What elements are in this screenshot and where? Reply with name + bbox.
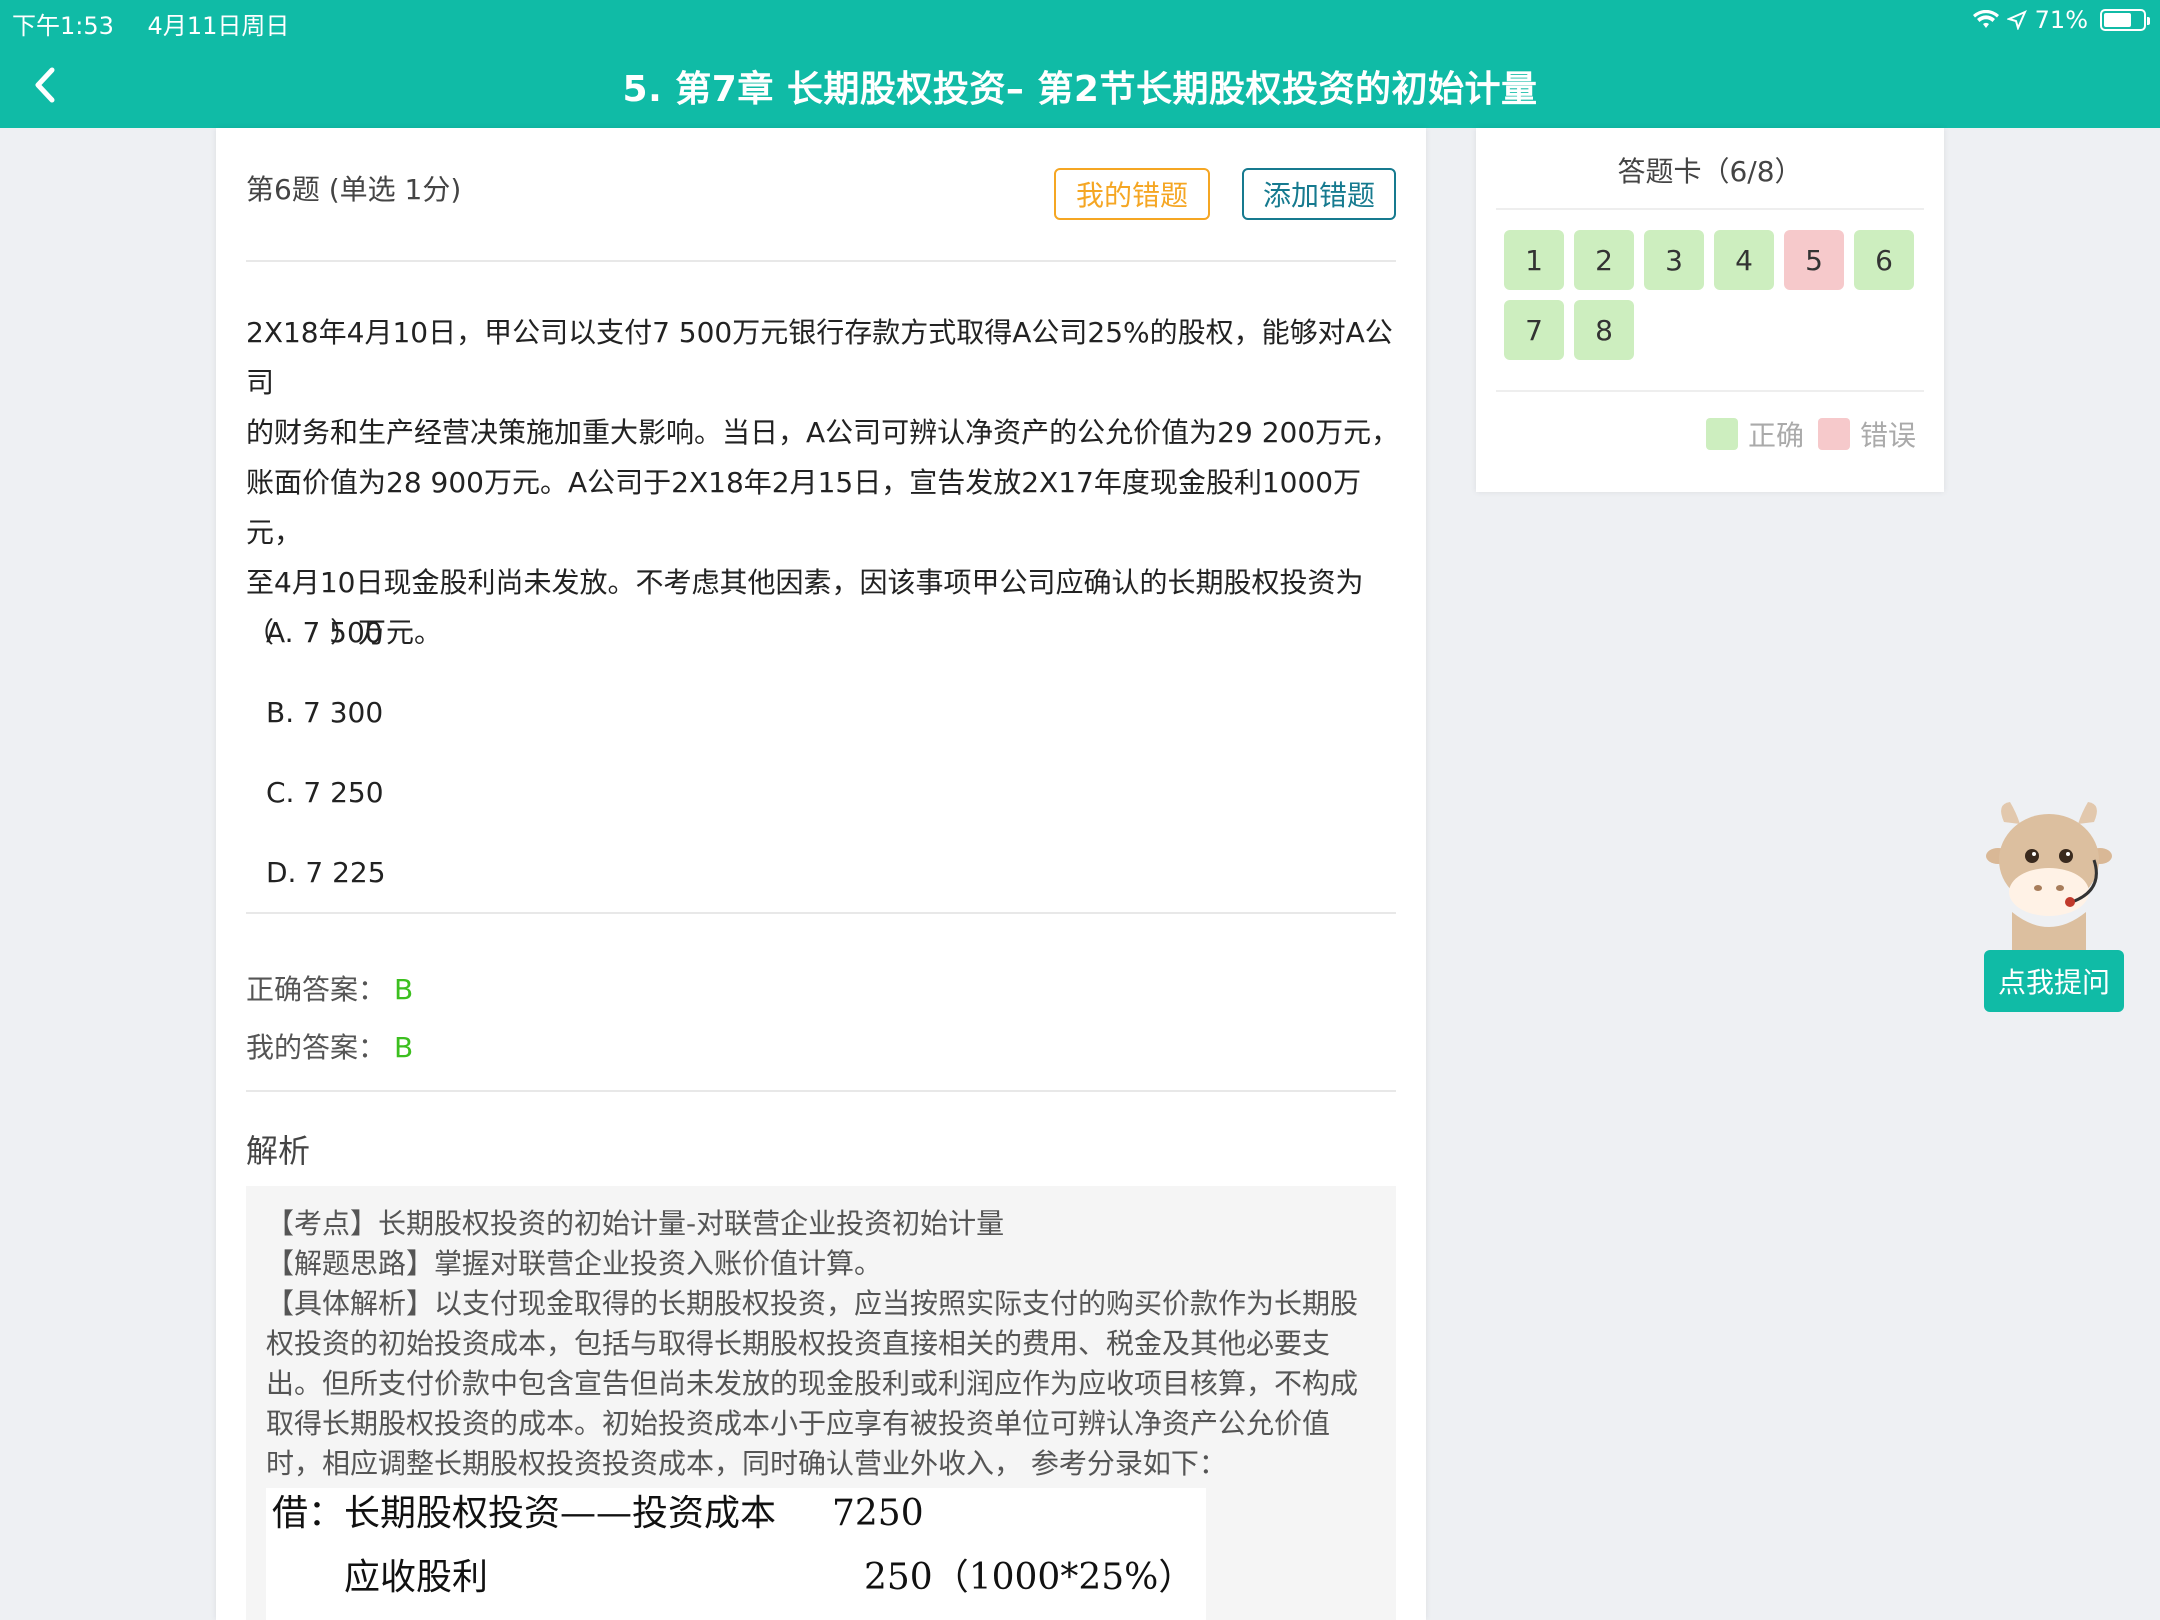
option-b[interactable]: B. 7 300 (266, 696, 383, 729)
question-header: 第6题 (单选 1分) (246, 173, 462, 206)
correct-answer-value: B (394, 973, 414, 1006)
journal-entry-image: 借：长期股权投资——投资成本 7250 应收股利 250（1000*25%） (266, 1488, 1206, 1620)
divider (1496, 390, 1924, 392)
page-title: 5. 第7章 长期股权投资– 第2节长期股权投资的初始计量 (622, 69, 1538, 110)
analysis-line: 【解题思路】掌握对联营企业投资入账价值计算。 (266, 1247, 883, 1280)
journal-row2-value: 250（1000*25%） (864, 1557, 1195, 1598)
location-icon (2006, 10, 2027, 30)
answer-sheet-title: 答题卡（6/8） (1617, 155, 1803, 188)
legend-correct-swatch (1705, 418, 1738, 450)
status-time: 下午1:53 (12, 12, 114, 40)
my-answer-value: B (394, 1031, 414, 1064)
journal-row1-value: 7250 (832, 1493, 924, 1534)
analysis-box: 【考点】长期股权投资的初始计量-对联营企业投资初始计量 【解题思路】掌握对联营企… (246, 1186, 1396, 1620)
my-mistakes-button[interactable]: 我的错题 (1054, 168, 1210, 220)
question-cell-1[interactable]: 1 (1504, 230, 1564, 290)
stem-line: 至4月10日现金股利尚未发放。不考虑其他因素，因该事项甲公司应确认的长期股权投资… (246, 566, 1364, 599)
legend-wrong-label: 错误 (1859, 419, 1916, 452)
correct-answer-label: 正确答案： (246, 973, 387, 1006)
battery-fill (2104, 13, 2131, 27)
correct-answer: 正确答案： B (246, 968, 413, 1008)
analysis-line: 权投资的初始投资成本，包括与取得长期股权投资直接相关的费用、税金及其他必要支 (266, 1327, 1331, 1360)
divider (246, 1090, 1396, 1092)
question-card: 第6题 (单选 1分) 我的错题 添加错题 2X18年4月10日，甲公司以支付7… (216, 128, 1426, 1620)
ask-question-button[interactable]: 点我提问 (1984, 950, 2124, 1012)
analysis-line: 时，相应调整长期股权投资投资成本，同时确认营业外收入， 参考分录如下： (266, 1447, 1227, 1480)
journal-row2-label: 应收股利 (344, 1557, 489, 1598)
status-bar: 下午1:53 4月11日周日 71% (0, 0, 2160, 40)
question-cell-5[interactable]: 5 (1784, 230, 1844, 290)
top-bar: 下午1:53 4月11日周日 71% 5. 第7章 长期股权投资– 第2节长期股… (0, 0, 2160, 128)
stem-line: （ ）万元。 (246, 616, 443, 649)
my-answer: 我的答案： B (246, 1026, 413, 1066)
my-answer-label: 我的答案： (246, 1031, 387, 1064)
journal-row1-label: 借：长期股权投资——投资成本 (272, 1493, 777, 1534)
question-stem: 2X18年4月10日，甲公司以支付7 500万元银行存款方式取得A公司25%的股… (246, 308, 1406, 658)
question-cell-4[interactable]: 4 (1714, 230, 1774, 290)
legend-wrong-swatch (1817, 418, 1850, 450)
option-a[interactable]: A. 7 500 (266, 616, 383, 649)
status-date: 4月11日周日 (147, 12, 290, 40)
analysis-line: 取得长期股权投资的成本。初始投资成本小于应享有被投资单位可辨认净资产公允价值 (266, 1407, 1331, 1440)
option-c[interactable]: C. 7 250 (266, 776, 384, 809)
question-cell-8[interactable]: 8 (1574, 300, 1634, 360)
divider (246, 260, 1396, 262)
add-mistake-button[interactable]: 添加错题 (1242, 168, 1396, 220)
divider (1496, 208, 1924, 210)
legend-correct-label: 正确 (1747, 419, 1804, 452)
question-cell-7[interactable]: 7 (1504, 300, 1564, 360)
stem-line: 的财务和生产经营决策施加重大影响。当日，A公司可辨认净资产的公允价值为29 20… (246, 416, 1400, 449)
divider (246, 912, 1396, 914)
option-d[interactable]: D. 7 225 (266, 856, 386, 889)
question-cell-3[interactable]: 3 (1644, 230, 1704, 290)
answer-sheet: 答题卡（6/8） 123456 78 正确 错误 (1476, 128, 1944, 492)
stem-line: 2X18年4月10日，甲公司以支付7 500万元银行存款方式取得A公司25%的股… (246, 316, 1393, 399)
cow-mascot-icon[interactable] (1984, 800, 2114, 950)
battery-icon (2100, 9, 2150, 31)
analysis-line: 出。但所支付价款中包含宣告但尚未发放的现金股利或利润应作为应收项目核算，不构成 (266, 1367, 1359, 1400)
analysis-line: 【具体解析】以支付现金取得的长期股权投资，应当按照实际支付的购买价款作为长期股 (266, 1287, 1359, 1320)
legend: 正确 错误 (1705, 414, 1916, 454)
wifi-icon (1972, 10, 1999, 28)
analysis-title: 解析 (246, 1132, 311, 1170)
analysis-line: 【考点】长期股权投资的初始计量-对联营企业投资初始计量 (266, 1207, 1005, 1240)
battery-percent: 71% (2034, 6, 2088, 34)
stem-line: 账面价值为28 900万元。A公司于2X18年2月15日，宣告发放2X17年度现… (246, 466, 1362, 549)
question-cell-6[interactable]: 6 (1854, 230, 1914, 290)
question-cell-2[interactable]: 2 (1574, 230, 1634, 290)
